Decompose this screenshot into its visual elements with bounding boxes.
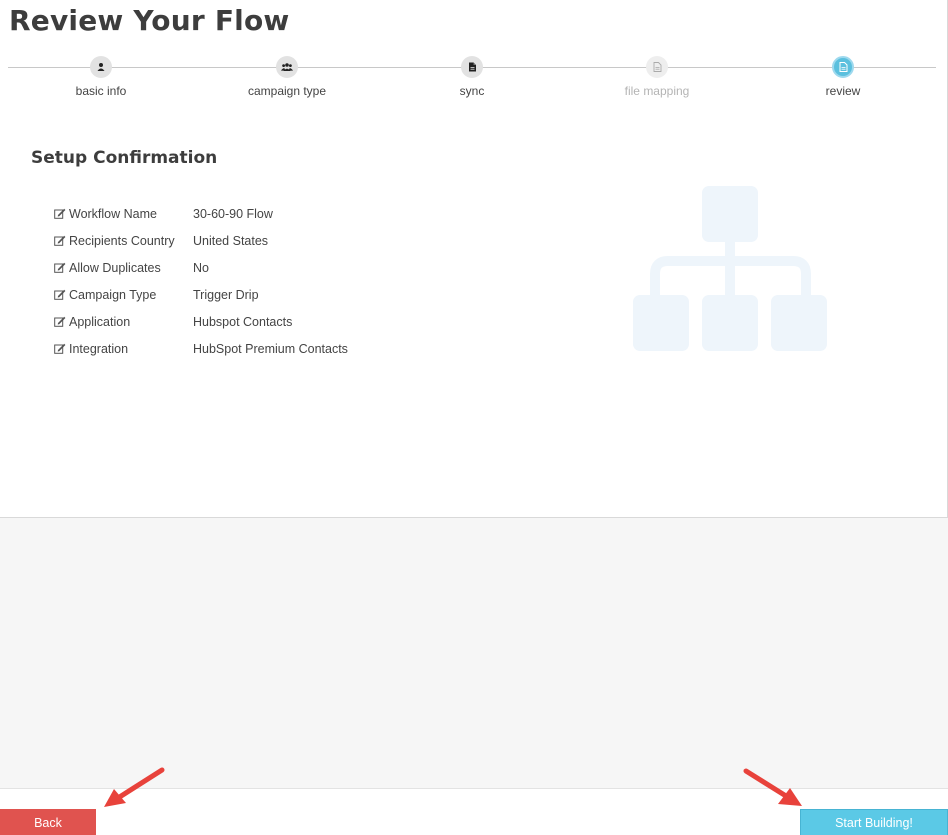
detail-value: No (193, 260, 209, 275)
step-file-mapping: file mapping (577, 56, 737, 98)
step-label: basic info (75, 84, 127, 98)
step-label: campaign type (247, 84, 327, 98)
detail-value: United States (193, 233, 269, 248)
users-icon (276, 56, 298, 78)
edit-icon (54, 343, 66, 354)
start-building-button[interactable]: Start Building! (800, 809, 948, 835)
step-basic-info[interactable]: basic info (21, 56, 181, 98)
review-panel: Review Your Flow basic info campaign typ… (0, 0, 948, 518)
wizard-steps: basic info campaign type sync file mappi… (0, 56, 948, 106)
file-icon (832, 56, 854, 78)
detail-row: Integration HubSpot Premium Contacts (54, 335, 348, 362)
detail-key: Campaign Type (69, 287, 157, 302)
hierarchy-icon (633, 186, 827, 351)
step-label: file mapping (624, 84, 690, 98)
detail-row: Allow Duplicates No (54, 254, 348, 281)
setup-confirmation-title: Setup Confirmation (31, 148, 218, 168)
detail-row: Workflow Name 30-60-90 Flow (54, 200, 348, 227)
step-campaign-type[interactable]: campaign type (207, 56, 367, 98)
annotation-arrow-back (104, 767, 165, 807)
detail-key: Integration (69, 341, 129, 356)
user-icon (90, 56, 112, 78)
edit-icon (54, 235, 66, 246)
edit-icon (54, 289, 66, 300)
annotation-arrow-start (743, 768, 802, 806)
edit-icon (54, 316, 66, 327)
detail-key: Workflow Name (69, 206, 157, 221)
detail-key: Application (69, 314, 131, 329)
file-icon (461, 56, 483, 78)
file-icon (646, 56, 668, 78)
edit-icon (54, 262, 66, 273)
detail-row: Campaign Type Trigger Drip (54, 281, 348, 308)
page-title: Review Your Flow (9, 4, 290, 37)
step-label: review (825, 84, 861, 98)
setup-details: Workflow Name 30-60-90 Flow Recipients C… (54, 200, 348, 362)
detail-row: Recipients Country United States (54, 227, 348, 254)
detail-value: Hubspot Contacts (193, 314, 293, 329)
detail-value: HubSpot Premium Contacts (193, 341, 348, 356)
edit-icon (54, 208, 66, 219)
back-button[interactable]: Back (0, 809, 96, 835)
detail-key: Recipients Country (69, 233, 175, 248)
detail-value: 30-60-90 Flow (193, 206, 273, 221)
detail-value: Trigger Drip (193, 287, 259, 302)
step-sync[interactable]: sync (392, 56, 552, 98)
detail-row: Application Hubspot Contacts (54, 308, 348, 335)
step-review[interactable]: review (763, 56, 923, 98)
step-label: sync (459, 84, 485, 98)
detail-key: Allow Duplicates (69, 260, 161, 275)
